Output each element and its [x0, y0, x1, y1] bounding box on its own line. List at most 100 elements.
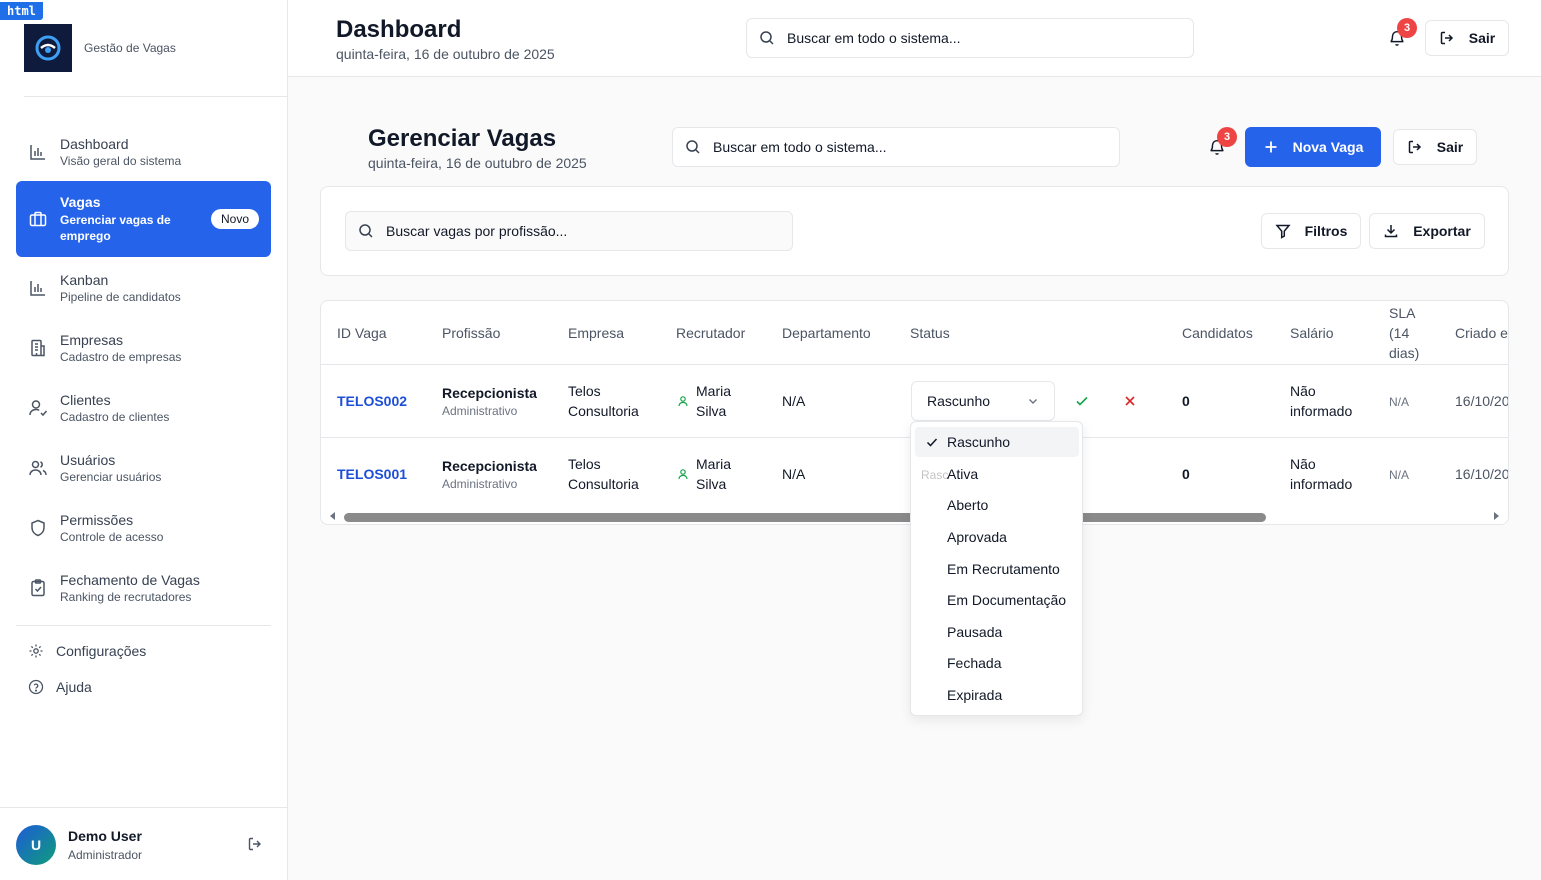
user-check-icon: [29, 400, 48, 417]
filters-button[interactable]: Filtros: [1261, 213, 1361, 249]
bar-chart-icon: [30, 145, 45, 160]
status-option[interactable]: Aprovada: [915, 522, 1079, 552]
status-option[interactable]: Aberto: [915, 490, 1079, 520]
status-option[interactable]: Expirada: [915, 680, 1079, 710]
recruiter-line: Silva: [696, 476, 727, 492]
job-id-link[interactable]: TELOS002: [337, 391, 407, 411]
notification-badge: 3: [1397, 18, 1417, 38]
department-cell: N/A: [782, 466, 806, 482]
sidebar-item-clientes[interactable]: Clientes Cadastro de clientes: [16, 383, 271, 433]
status-select[interactable]: Rascunho: [911, 381, 1055, 421]
company-line: Telos: [568, 383, 601, 399]
job-search-input[interactable]: Buscar vagas por profissão...: [345, 211, 793, 251]
clipboard-check-icon: [31, 579, 45, 597]
page-search-input[interactable]: Buscar em todo o sistema...: [672, 127, 1120, 167]
confirm-check-icon[interactable]: [1074, 393, 1090, 409]
column-header-id[interactable]: ID Vaga: [337, 301, 387, 364]
search-placeholder: Buscar em todo o sistema...: [787, 30, 961, 46]
scroll-thumb[interactable]: [344, 513, 1266, 522]
sidebar-item-title: Permissões: [60, 512, 134, 528]
sidebar-item-title: Empresas: [60, 332, 124, 348]
scroll-left-arrow[interactable]: [330, 512, 335, 520]
company-line: Consultoria: [568, 476, 639, 492]
status-option[interactable]: Em Recrutamento: [915, 554, 1079, 584]
brand[interactable]: Gestão de Vagas: [24, 24, 176, 72]
status-option-label: Ativa: [947, 466, 979, 482]
status-option[interactable]: Rascunho: [915, 427, 1079, 457]
help-link[interactable]: Ajuda: [28, 679, 92, 695]
column-header-sla[interactable]: SLA (14 dias): [1389, 301, 1419, 364]
sidebar-item-fechamento[interactable]: Fechamento de Vagas Ranking de recrutado…: [16, 563, 271, 613]
sla-header-line: SLA: [1389, 304, 1416, 321]
status-option[interactable]: Fechada: [915, 648, 1079, 678]
recruiter-line: Silva: [696, 403, 727, 419]
logout-icon[interactable]: [247, 836, 263, 852]
column-header-status[interactable]: Status: [910, 301, 950, 364]
user-icon: [678, 396, 688, 407]
status-option[interactable]: Ativa: [915, 459, 1079, 489]
user-icon: [678, 469, 688, 480]
column-header-profession[interactable]: Profissão: [442, 301, 500, 364]
html-overlay-tag: html: [0, 2, 43, 20]
column-header-candidates[interactable]: Candidatos: [1182, 301, 1253, 364]
scroll-right-arrow[interactable]: [1494, 512, 1499, 520]
status-option-label: Pausada: [947, 624, 1003, 640]
export-button[interactable]: Exportar: [1369, 213, 1485, 249]
avatar[interactable]: U: [16, 825, 56, 865]
divider: [24, 96, 287, 97]
cancel-x-icon[interactable]: [1122, 393, 1138, 409]
column-header-recruiter[interactable]: Recrutador: [676, 301, 745, 364]
search-icon: [760, 31, 774, 45]
sla-header-line: dias): [1389, 344, 1420, 361]
brand-name: Gestão de Vagas: [84, 41, 176, 55]
salary-line: informado: [1290, 403, 1353, 419]
building-icon: [31, 339, 45, 357]
logout-button[interactable]: Sair: [1425, 20, 1509, 56]
column-header-created[interactable]: Criado e: [1455, 301, 1508, 364]
status-option[interactable]: Pausada: [915, 617, 1079, 647]
company-cell: Telos Consultoria: [568, 381, 639, 421]
salary-line: Não: [1290, 456, 1316, 472]
sidebar-item-subtitle: Controle de acesso: [60, 530, 164, 544]
column-header-department[interactable]: Departamento: [782, 301, 871, 364]
sidebar-item-vagas[interactable]: Vagas Gerenciar vagas de emprego Novo: [16, 181, 271, 257]
download-icon: [1384, 225, 1398, 238]
logout-label: Sair: [1436, 139, 1464, 155]
sidebar-item-empresas[interactable]: Empresas Cadastro de empresas: [16, 323, 271, 373]
new-job-button[interactable]: Nova Vaga: [1245, 127, 1381, 167]
salary-cell: Não informado: [1290, 381, 1352, 421]
sidebar-item-title: Kanban: [60, 272, 109, 288]
sidebar-item-kanban[interactable]: Kanban Pipeline de candidatos: [16, 263, 271, 313]
column-header-company[interactable]: Empresa: [568, 301, 624, 364]
created-cell: 16/10/20: [1455, 393, 1509, 409]
filter-icon: [1275, 224, 1291, 239]
page-logout-button[interactable]: Sair: [1393, 129, 1477, 165]
profession-cell: Recepcionista Administrativo: [442, 456, 537, 492]
sidebar-item-subtitle: Gerenciar vagas de emprego: [60, 213, 171, 243]
sidebar: Gestão de Vagas Dashboard Visão geral do…: [0, 0, 288, 880]
logout-icon: [1440, 31, 1453, 45]
company-cell: Telos Consultoria: [568, 454, 639, 494]
sidebar-item-subtitle: Cadastro de clientes: [60, 410, 170, 424]
salary-cell: Não informado: [1290, 454, 1352, 494]
status-value: Rascunho: [927, 393, 991, 409]
candidates-cell: 0: [1182, 393, 1190, 409]
status-option-label: Rascunho: [947, 434, 1011, 450]
users-icon: [29, 460, 47, 476]
status-option[interactable]: Em Documentação: [915, 585, 1079, 615]
department-cell: N/A: [782, 393, 806, 409]
sidebar-item-dashboard[interactable]: Dashboard Visão geral do sistema: [16, 127, 271, 177]
sidebar-item-usuarios[interactable]: Usuários Gerenciar usuários: [16, 443, 271, 493]
profession-name: Recepcionista: [442, 458, 537, 474]
sidebar-item-permissoes[interactable]: Permissões Controle de acesso: [16, 503, 271, 553]
job-id-link[interactable]: TELOS001: [337, 464, 407, 484]
profession-area: Administrativo: [442, 477, 518, 491]
header-date: quinta-feira, 16 de outubro de 2025: [336, 46, 555, 62]
divider: [321, 364, 1508, 365]
settings-link[interactable]: Configurações: [28, 643, 146, 659]
search-placeholder: Buscar em todo o sistema...: [713, 139, 887, 155]
column-header-salary[interactable]: Salário: [1290, 301, 1334, 364]
sla-header-line: (14: [1389, 324, 1410, 341]
new-job-label: Nova Vaga: [1292, 139, 1364, 155]
global-search-input[interactable]: Buscar em todo o sistema...: [746, 18, 1194, 58]
